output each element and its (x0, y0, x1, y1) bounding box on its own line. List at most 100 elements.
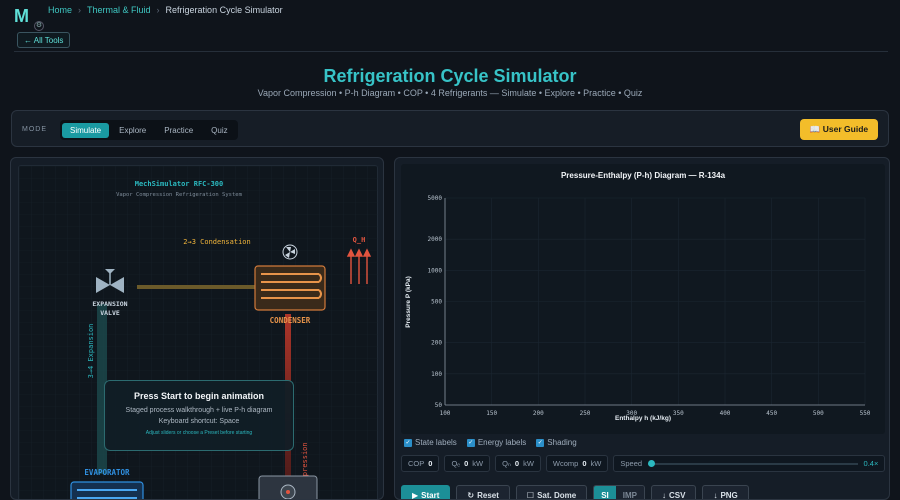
expansion-label: 3→4 Expansion (87, 324, 95, 379)
readout-label: Qₑ (451, 459, 461, 468)
start-overlay: Press Start to begin animation Staged pr… (104, 380, 294, 451)
tab-quiz[interactable]: Quiz (203, 123, 235, 138)
readout-unit: kW (590, 459, 602, 468)
condenser-unit[interactable] (254, 265, 326, 311)
png-label: PNG (720, 490, 738, 500)
schematic-canvas: MechSimulator RFC-300 Vapor Compression … (18, 165, 379, 500)
checkbox-checked-icon: ✓ (536, 438, 545, 447)
chart-title: Pressure-Enthalpy (P-h) Diagram — R-134a (561, 171, 726, 180)
csv-label: CSV (668, 490, 686, 500)
csv-export-button[interactable]: ↓ CSV (650, 485, 697, 500)
expansion-valve-label-1: EXPANSION (92, 300, 127, 308)
readout-value: 0 (582, 459, 587, 468)
reset-icon: ↻ (467, 490, 475, 500)
checkbox-checked-icon: ✓ (466, 438, 475, 447)
reset-button[interactable]: ↻ Reset (456, 485, 510, 500)
user-guide-button[interactable]: 📖 User Guide (800, 119, 878, 140)
evaporator-label: EVAPORATOR (84, 468, 130, 477)
readout-value: 0 (514, 459, 520, 468)
energy-labels-checkbox[interactable]: ✓ Energy labels (466, 438, 526, 447)
x-tick-label: 200 (533, 410, 544, 417)
reset-label: Reset (477, 490, 499, 500)
qc-readout: Qₙ 0 kW (495, 455, 541, 472)
evaporator-unit[interactable] (70, 481, 144, 500)
breadcrumb: Home › Thermal & Fluid › Refrigeration C… (48, 5, 283, 15)
logo-badge-icon: ⚙ (34, 21, 44, 31)
readout-unit: kW (523, 459, 534, 468)
header-divider (14, 51, 888, 52)
compressor-unit[interactable] (258, 475, 318, 500)
overlay-title: Press Start to begin animation (133, 391, 265, 401)
y-tick-label: 50 (435, 402, 443, 409)
y-axis-label: Pressure P (kPa) (405, 276, 412, 328)
state-labels-checkbox[interactable]: ✓ State labels (404, 438, 457, 447)
qe-readout: Qₑ 0 kW (444, 455, 491, 472)
heat-out-arrows-icon (346, 248, 372, 284)
ph-chart: Pressure-Enthalpy (P-h) Diagram — R-134a… (401, 164, 885, 434)
breadcrumb-current: Refrigeration Cycle Simulator (165, 5, 283, 15)
x-tick-label: 450 (766, 410, 777, 417)
page-title: Refrigeration Cycle Simulator (323, 66, 577, 86)
fan-icon (282, 244, 298, 260)
chart-panel: Pressure-Enthalpy (P-h) Diagram — R-134a… (394, 157, 890, 500)
overlay-line-2: Keyboard shortcut: Space (158, 418, 240, 425)
x-axis-label: Enthalpy h (kJ/kg) (615, 415, 671, 422)
checkbox-unchecked-icon: ☐ (526, 490, 535, 500)
y-tick-label: 100 (431, 371, 442, 378)
mode-tabs: Simulate Explore Practice Quiz (60, 120, 238, 140)
readout-value: 0 (464, 459, 469, 468)
download-icon: ↓ (713, 490, 718, 500)
breadcrumb-thermal-fluid[interactable]: Thermal & Fluid (87, 5, 151, 15)
schematic-title: MechSimulator RFC-300 (135, 180, 224, 188)
all-tools-label: ← All Tools (24, 35, 64, 45)
shading-label: Shading (547, 438, 577, 447)
mode-label: MODE (22, 126, 47, 133)
qh-label: Q_H (353, 236, 366, 244)
speed-value: 0.4× (863, 459, 879, 468)
overlay-hint: Adjust sliders or choose a Preset before… (145, 430, 253, 436)
tab-practice[interactable]: Practice (156, 123, 201, 138)
liquid-line-pipe (137, 285, 257, 289)
state-labels-label: State labels (415, 438, 457, 447)
x-tick-label: 100 (440, 410, 451, 417)
speed-control: Speed 0.4× (613, 455, 886, 472)
readout-unit: kW (472, 459, 484, 468)
schematic-subtitle: Vapor Compression Refrigeration System (116, 192, 243, 198)
readout-label: COP (408, 459, 425, 468)
user-guide-label: 📖 User Guide (809, 124, 869, 134)
speed-slider-thumb[interactable] (648, 459, 656, 467)
download-icon: ↓ (661, 490, 666, 500)
y-tick-label: 200 (431, 340, 442, 347)
checkbox-checked-icon: ✓ (404, 438, 412, 447)
y-tick-label: 1000 (428, 267, 443, 274)
unit-imp-button[interactable]: IMP (615, 486, 644, 499)
readouts-row: COP 0 Qₑ 0 kW Qₙ 0 kW Wcomp 0 kW Speed 0.4× (401, 455, 886, 472)
sat-dome-label: Sat. Dome (537, 490, 577, 500)
overlay-line-1: Staged process walkthrough + live P-h di… (125, 407, 273, 414)
y-tick-label: 5000 (428, 195, 443, 202)
logo-letter: M (14, 6, 29, 26)
readout-label: Qₙ (502, 459, 511, 468)
speed-slider[interactable] (648, 459, 858, 467)
png-export-button[interactable]: ↓ PNG (702, 485, 749, 500)
expansion-valve-label-2: VALVE (100, 309, 120, 317)
unit-si-button[interactable]: SI (594, 486, 616, 499)
start-label: Start (421, 490, 440, 500)
breadcrumb-home[interactable]: Home (48, 5, 72, 15)
tab-simulate[interactable]: Simulate (62, 122, 110, 138)
mode-bar: MODE Simulate Explore Practice Quiz 📖 Us… (11, 110, 889, 147)
start-button[interactable]: ▶ Start (401, 485, 451, 500)
breadcrumb-separator: › (78, 5, 82, 15)
readout-value: 0 (428, 459, 433, 468)
condenser-label: CONDENSER (270, 316, 311, 325)
y-tick-label: 2000 (428, 236, 443, 243)
sat-dome-toggle[interactable]: ☐ Sat. Dome (515, 485, 588, 500)
breadcrumb-separator: › (156, 5, 160, 15)
shading-checkbox[interactable]: ✓ Shading (536, 438, 577, 447)
all-tools-button[interactable]: ← All Tools (17, 32, 71, 48)
play-icon: ▶ (412, 490, 419, 500)
tab-explore[interactable]: Explore (111, 123, 154, 138)
wcomp-readout: Wcomp 0 kW (545, 455, 609, 472)
readout-label: Wcomp (552, 459, 579, 468)
condensation-label: 2→3 Condensation (183, 238, 250, 246)
